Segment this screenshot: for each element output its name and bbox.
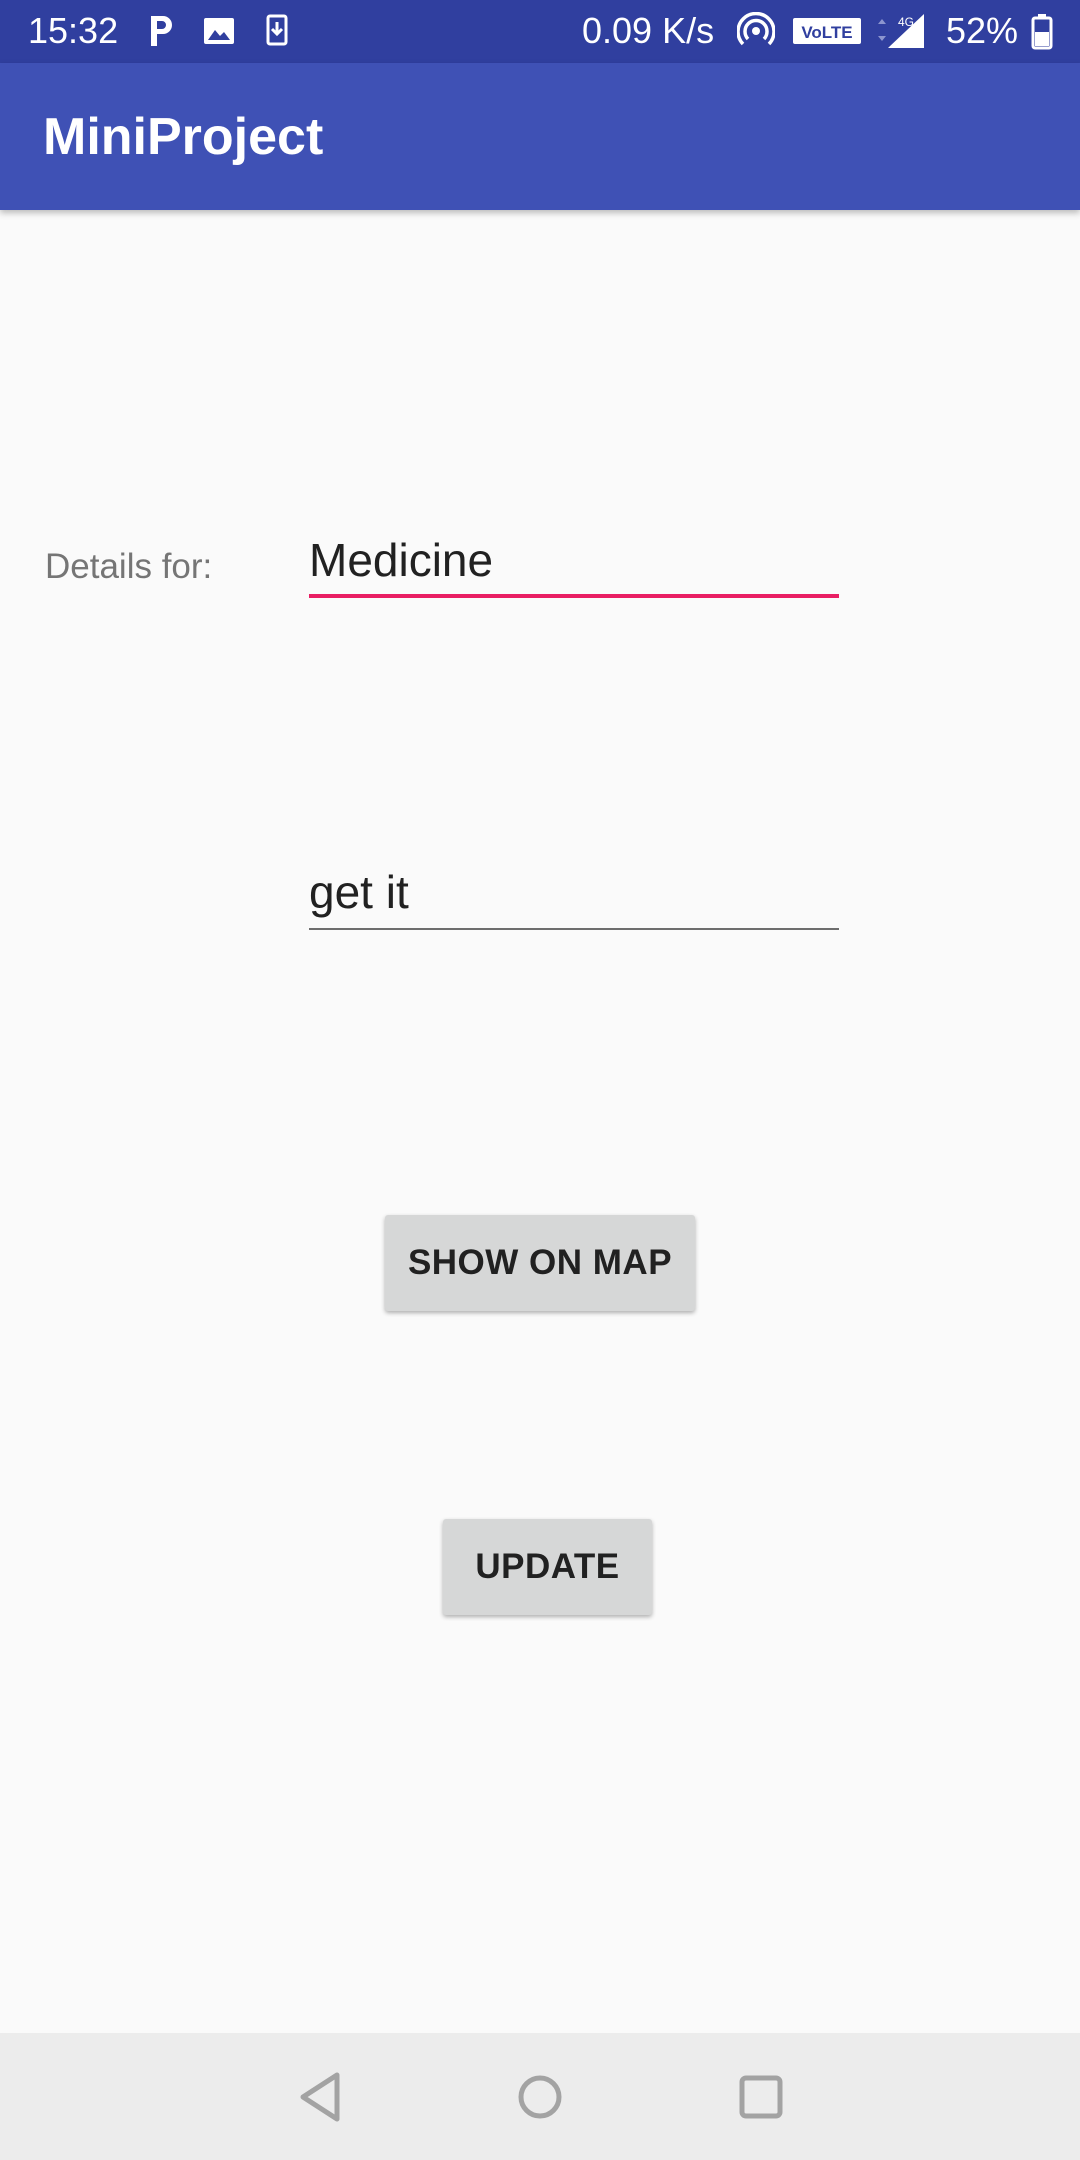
recents-icon[interactable] (731, 2067, 791, 2127)
svg-text:4G: 4G (898, 15, 914, 29)
parking-icon (151, 16, 172, 46)
app-bar: MiniProject (0, 63, 1080, 210)
app-title: MiniProject (43, 108, 324, 166)
navigation-bar (0, 2033, 1080, 2160)
message-field[interactable]: get it (309, 860, 839, 930)
details-field[interactable]: Medicine (309, 528, 839, 598)
network-speed: 0.09 K/s (582, 10, 715, 51)
download-icon (266, 14, 288, 46)
battery-percent: 52% (946, 10, 1019, 51)
svg-text:VoLTE: VoLTE (801, 23, 852, 42)
image-icon (204, 18, 234, 44)
battery-icon (1031, 14, 1053, 50)
show-on-map-button[interactable]: SHOW ON MAP (385, 1215, 695, 1311)
hotspot-icon (737, 12, 775, 46)
home-icon[interactable] (510, 2067, 570, 2127)
status-time: 15:32 (28, 10, 119, 51)
update-button[interactable]: UPDATE (443, 1519, 652, 1615)
status-bar: 15:32 0.09 K/s VoLTE 4G 52% (0, 0, 1080, 63)
details-label: Details for: (45, 547, 213, 586)
signal-icon: 4G (878, 14, 924, 48)
back-icon[interactable] (291, 2067, 351, 2127)
volte-icon: VoLTE (793, 18, 861, 44)
